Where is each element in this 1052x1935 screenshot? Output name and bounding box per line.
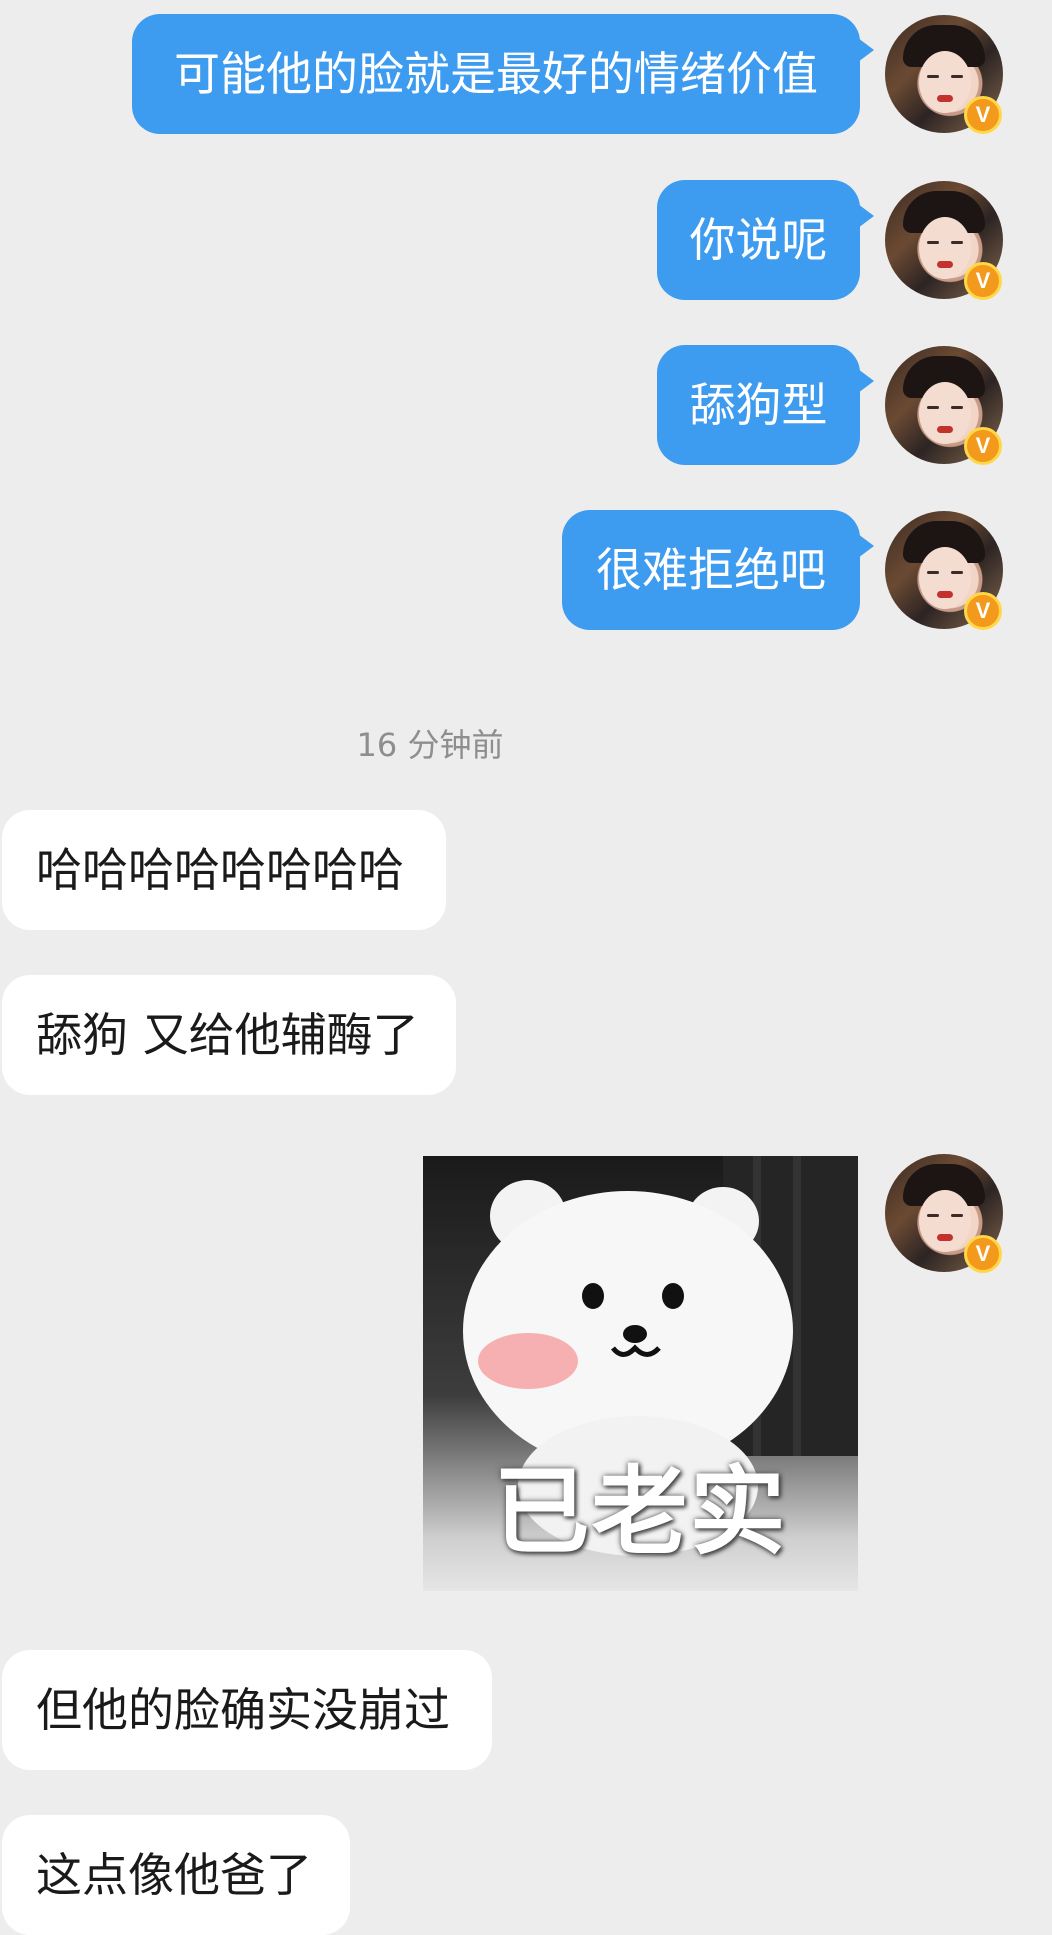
verified-badge-icon: V	[964, 427, 1002, 465]
message-text: 你说呢	[689, 213, 828, 267]
sticker-image[interactable]: 已老实	[423, 1156, 858, 1591]
avatar-face	[919, 51, 971, 113]
avatar-lips	[937, 95, 953, 102]
avatar-eye	[951, 241, 963, 244]
sticker-caption: 已老实	[493, 1456, 788, 1568]
message-text: 舔狗型	[689, 378, 828, 432]
message-text: 舔狗 又给他辅酶了	[36, 1008, 419, 1062]
avatar-eye	[927, 571, 939, 574]
avatar-eye	[927, 75, 939, 78]
message-text: 哈哈哈哈哈哈哈哈	[36, 843, 404, 897]
avatar-eye	[951, 75, 963, 78]
verified-badge-icon: V	[964, 592, 1002, 630]
avatar-lips	[937, 1234, 953, 1241]
incoming-bubble[interactable]: 这点像他爸了	[2, 1815, 350, 1935]
incoming-bubble[interactable]: 舔狗 又给他辅酶了	[2, 975, 456, 1095]
avatar-lips	[937, 591, 953, 598]
message-text: 这点像他爸了	[36, 1848, 312, 1902]
outgoing-bubble[interactable]: 很难拒绝吧	[562, 510, 874, 630]
avatar-face	[919, 217, 971, 279]
verified-badge-icon: V	[964, 262, 1002, 300]
avatar-eye	[951, 1214, 963, 1217]
avatar-face	[919, 547, 971, 609]
avatar-eye	[951, 406, 963, 409]
incoming-bubble[interactable]: 但他的脸确实没崩过	[2, 1650, 492, 1770]
message-text: 但他的脸确实没崩过	[36, 1683, 450, 1737]
avatar-eye	[927, 1214, 939, 1217]
avatar-lips	[937, 426, 953, 433]
avatar-eye	[951, 571, 963, 574]
avatar-eye	[927, 406, 939, 409]
verified-badge-icon: V	[964, 96, 1002, 134]
avatar-eye	[927, 241, 939, 244]
avatar-lips	[937, 261, 953, 268]
incoming-bubble[interactable]: 哈哈哈哈哈哈哈哈	[2, 810, 446, 930]
message-text: 很难拒绝吧	[596, 543, 826, 597]
message-text: 可能他的脸就是最好的情绪价值	[174, 47, 818, 101]
outgoing-bubble[interactable]: 舔狗型	[657, 345, 874, 465]
avatar-face	[919, 382, 971, 444]
outgoing-bubble[interactable]: 你说呢	[657, 180, 874, 300]
avatar-face	[919, 1190, 971, 1252]
verified-badge-icon: V	[964, 1235, 1002, 1273]
outgoing-bubble[interactable]: 可能他的脸就是最好的情绪价值	[132, 14, 874, 134]
timestamp: 16 分钟前	[356, 726, 504, 764]
